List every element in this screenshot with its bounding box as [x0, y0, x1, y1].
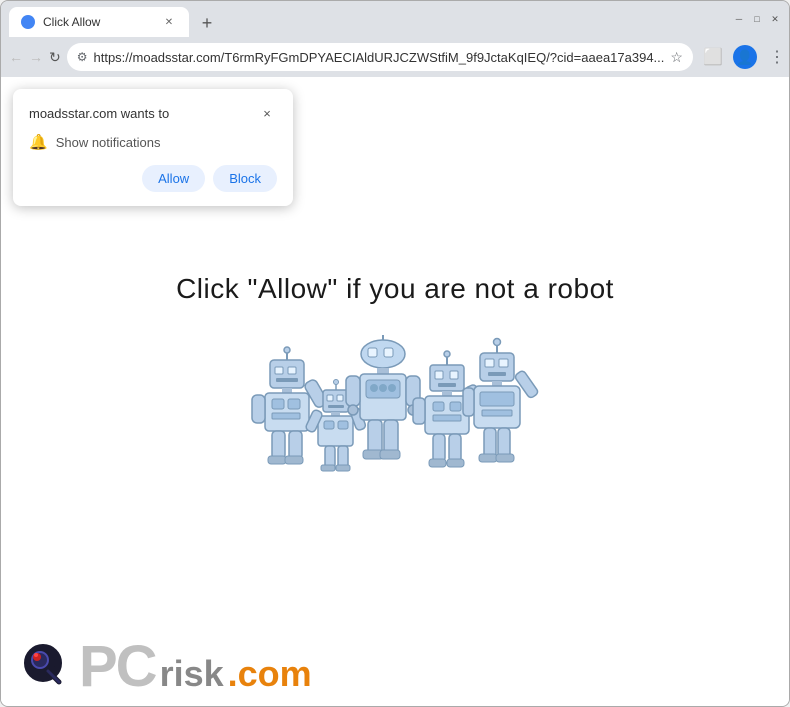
close-button[interactable]: ✕ [769, 13, 781, 25]
pcrisk-logo: PC risk .com [79, 638, 312, 696]
address-bar[interactable]: ⚙ https://moadsstar.com/T6rmRyFGmDPYAECI… [67, 43, 693, 71]
back-button[interactable]: ← [9, 43, 23, 71]
active-tab[interactable]: Click Allow ✕ [9, 7, 189, 37]
minimize-button[interactable]: ─ [733, 13, 745, 25]
url-text: https://moadsstar.com/T6rmRyFGmDPYAECIAl… [94, 50, 665, 65]
menu-button[interactable]: ⋮ [763, 43, 790, 71]
browser-window: Click Allow ✕ + ─ □ ✕ ← → ↻ ⚙ https://mo… [0, 0, 790, 707]
profile-avatar: 👤 [733, 45, 757, 69]
popup-close-button[interactable]: × [257, 103, 277, 123]
security-icon: ⚙ [77, 50, 88, 64]
reload-icon: ↻ [49, 49, 61, 66]
permission-text: Show notifications [56, 135, 161, 150]
tab-close-button[interactable]: ✕ [161, 14, 177, 30]
pcrisk-pc-text: PC [79, 638, 156, 696]
allow-button[interactable]: Allow [142, 165, 205, 192]
close-icon: × [263, 106, 271, 121]
forward-icon: → [29, 49, 43, 65]
popup-buttons: Allow Block [29, 165, 277, 192]
extensions-icon: ⬜ [703, 47, 723, 67]
menu-icon: ⋮ [769, 47, 785, 67]
popup-header: moadsstar.com wants to × [29, 103, 277, 123]
tab-title: Click Allow [43, 15, 153, 29]
profile-button[interactable]: 👤 [731, 43, 759, 71]
forward-button[interactable]: → [29, 43, 43, 71]
pcrisk-com-text: .com [228, 656, 312, 696]
toolbar: ← → ↻ ⚙ https://moadsstar.com/T6rmRyFGmD… [1, 37, 789, 77]
toolbar-right: ⬜ 👤 ⋮ [699, 43, 790, 71]
reload-button[interactable]: ↻ [49, 43, 61, 71]
bookmark-icon[interactable]: ☆ [670, 49, 683, 66]
page-content: moadsstar.com wants to × 🔔 Show notifica… [1, 77, 789, 706]
popup-permission-row: 🔔 Show notifications [29, 133, 277, 151]
captcha-text: Click "Allow" if you are not a robot [176, 273, 614, 305]
pcrisk-search-icon [21, 641, 73, 693]
maximize-button[interactable]: □ [751, 13, 763, 25]
extensions-button[interactable]: ⬜ [699, 43, 727, 71]
popup-title: moadsstar.com wants to [29, 106, 169, 121]
robots-svg [250, 335, 540, 490]
pcrisk-risk-text: risk [160, 656, 224, 696]
watermark: PC risk .com [21, 638, 312, 696]
tab-favicon [21, 15, 35, 29]
permission-popup: moadsstar.com wants to × 🔔 Show notifica… [13, 89, 293, 206]
title-bar: Click Allow ✕ + ─ □ ✕ [1, 1, 789, 37]
back-icon: ← [9, 49, 23, 65]
window-controls: ─ □ ✕ [733, 13, 781, 25]
new-tab-button[interactable]: + [193, 9, 221, 37]
bell-icon: 🔔 [29, 133, 48, 151]
tab-bar: Click Allow ✕ + [9, 1, 717, 37]
robots-illustration [250, 335, 540, 490]
block-button[interactable]: Block [213, 165, 277, 192]
